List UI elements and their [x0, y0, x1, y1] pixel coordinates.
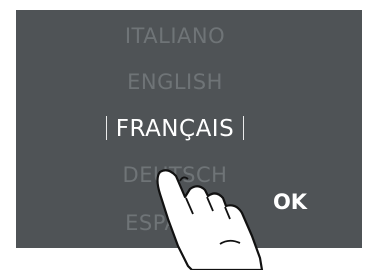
selected-language-label: FRANÇAIS — [115, 116, 235, 142]
display-panel: ITALIANO ENGLISH FRANÇAIS DEUTSCH ESPAÑO… — [16, 10, 362, 248]
language-option-francais[interactable]: FRANÇAIS — [16, 114, 334, 144]
selection-marker-right — [243, 116, 245, 140]
selection-marker-left — [105, 116, 107, 140]
language-option-italiano[interactable]: ITALIANO — [16, 23, 334, 49]
language-option-english[interactable]: ENGLISH — [16, 69, 334, 95]
ok-button[interactable]: OK — [260, 185, 320, 219]
